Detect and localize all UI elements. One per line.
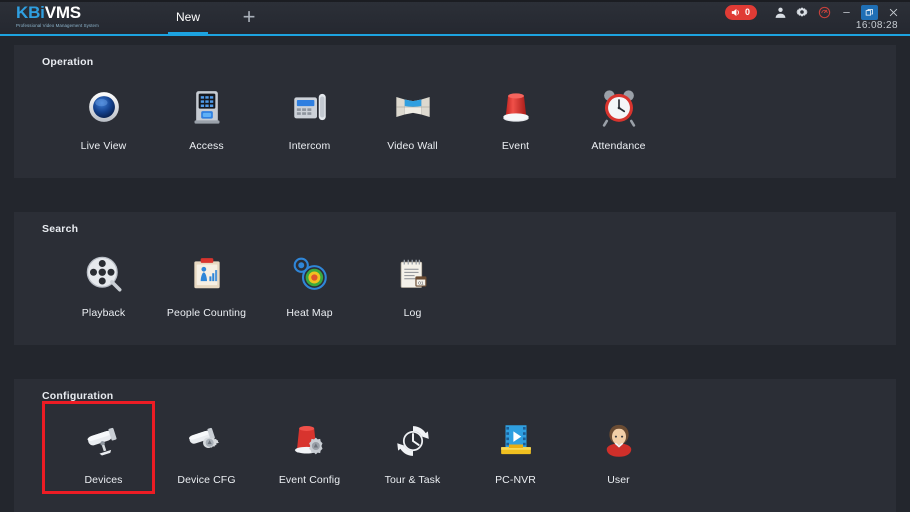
- tile-event-config[interactable]: Event Config: [258, 412, 361, 486]
- close-icon: [888, 7, 899, 18]
- tile-attendance[interactable]: Attendance: [567, 78, 670, 152]
- tile-label: Heat Map: [286, 307, 332, 319]
- alarm-badge[interactable]: 0: [725, 5, 757, 20]
- section-title-operation: Operation: [14, 45, 896, 68]
- user-icon[interactable]: [769, 0, 791, 24]
- tile-label: Device CFG: [177, 474, 235, 486]
- telephone-icon: [287, 84, 333, 130]
- access-terminal-icon: [184, 84, 230, 130]
- tile-label: Access: [189, 140, 223, 152]
- alarm-speaker-icon: [730, 7, 741, 18]
- tile-label: People Counting: [167, 307, 246, 319]
- restore-icon: [865, 8, 874, 17]
- film-reel-icon: [81, 251, 127, 297]
- tile-intercom[interactable]: Intercom: [258, 78, 361, 152]
- tile-video-wall[interactable]: Video Wall: [361, 78, 464, 152]
- tile-label: Playback: [82, 307, 125, 319]
- svg-text:01: 01: [418, 281, 424, 287]
- logo-vms: VMS: [45, 3, 81, 22]
- tile-label: Video Wall: [387, 140, 438, 152]
- tile-pc-nvr[interactable]: PC-NVR: [464, 412, 567, 486]
- tile-device-cfg[interactable]: Device CFG: [155, 412, 258, 486]
- minimize-icon: [841, 7, 852, 18]
- operation-items: Live View: [14, 68, 896, 152]
- logo-kb: KB: [16, 3, 40, 22]
- tab-bar: New +: [150, 0, 272, 34]
- refresh-clock-icon: [390, 418, 436, 464]
- tile-label: Event: [502, 140, 529, 152]
- clock: 16:08:28: [856, 20, 898, 31]
- bullet-camera-gear-icon: [184, 418, 230, 464]
- tile-label: PC-NVR: [495, 474, 536, 486]
- tile-live-view[interactable]: Live View: [52, 78, 155, 152]
- tile-playback[interactable]: Playback: [52, 245, 155, 319]
- tile-label: Live View: [81, 140, 127, 152]
- gauge-icon[interactable]: [813, 0, 835, 24]
- tile-label: Event Config: [279, 474, 340, 486]
- panel-search: Search Playback: [14, 212, 896, 345]
- tile-people-counting[interactable]: People Counting: [155, 245, 258, 319]
- video-wall-icon: [390, 84, 436, 130]
- tile-devices[interactable]: Devices: [52, 412, 155, 486]
- logo-tagline: Professional Video Management System: [16, 22, 136, 29]
- tile-tour-task[interactable]: Tour & Task: [361, 412, 464, 486]
- add-tab-button[interactable]: +: [226, 0, 272, 34]
- alarm-beacon-gear-icon: [287, 418, 333, 464]
- bullet-camera-icon: [81, 418, 127, 464]
- panel-configuration: Configuration Devices: [14, 379, 896, 512]
- title-bar: KBiVMS Professional Video Management Sys…: [0, 0, 910, 36]
- tile-event[interactable]: Event: [464, 78, 567, 152]
- tile-log[interactable]: 01 Log: [361, 245, 464, 319]
- tile-label: Tour & Task: [385, 474, 441, 486]
- app-window: KBiVMS Professional Video Management Sys…: [0, 0, 910, 512]
- section-title-configuration: Configuration: [14, 379, 896, 402]
- app-logo: KBiVMS Professional Video Management Sys…: [16, 4, 136, 29]
- tile-access[interactable]: Access: [155, 78, 258, 152]
- tile-label: Log: [404, 307, 422, 319]
- heatmap-circles-icon: [287, 251, 333, 297]
- clipboard-person-chart-icon: [184, 251, 230, 297]
- tile-label: User: [607, 474, 630, 486]
- restore-button[interactable]: [861, 5, 878, 20]
- panel-operation: Operation: [14, 45, 896, 178]
- alarm-count: 0: [745, 7, 750, 17]
- video-play-nvr-icon: [493, 418, 539, 464]
- logo-wordmark: KBiVMS: [16, 4, 136, 21]
- alarm-clock-icon: [596, 84, 642, 130]
- gear-icon[interactable]: [791, 0, 813, 24]
- tile-label: Devices: [84, 474, 122, 486]
- minimize-button[interactable]: [835, 0, 857, 24]
- tab-new-label: New: [176, 10, 200, 24]
- tile-heat-map[interactable]: Heat Map: [258, 245, 361, 319]
- tile-label: Intercom: [289, 140, 331, 152]
- alarm-beacon-icon: [493, 84, 539, 130]
- section-title-search: Search: [14, 212, 896, 235]
- tile-user[interactable]: User: [567, 412, 670, 486]
- tile-label: Attendance: [591, 140, 645, 152]
- dome-camera-icon: [81, 84, 127, 130]
- configuration-items: Devices: [14, 402, 896, 486]
- notepad-calendar-icon: 01: [390, 251, 436, 297]
- search-items: Playback: [14, 235, 896, 319]
- tab-new[interactable]: New: [150, 0, 226, 34]
- user-avatar-icon: [596, 418, 642, 464]
